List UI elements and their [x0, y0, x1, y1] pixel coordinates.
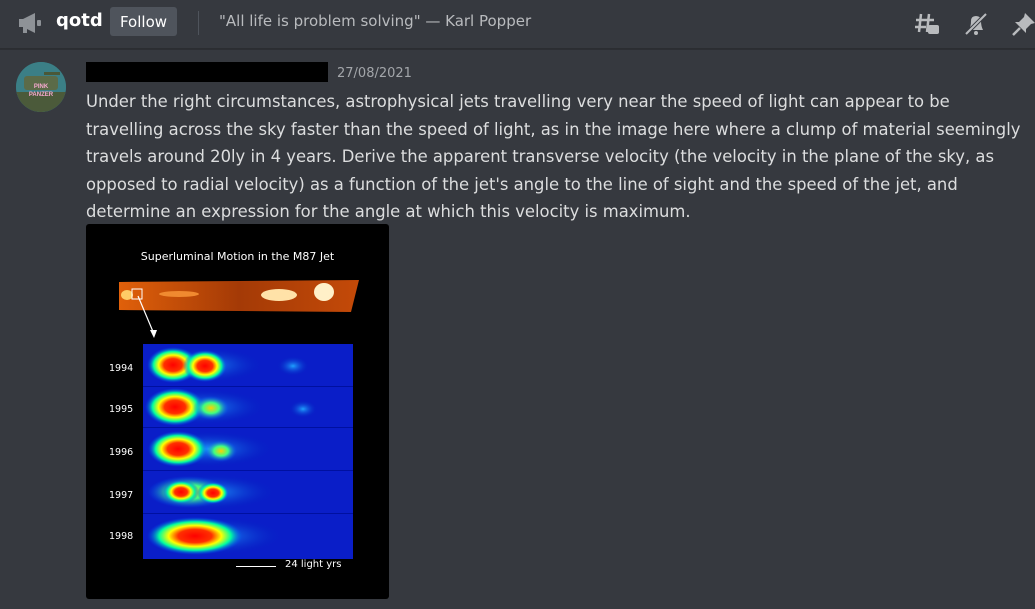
header-divider	[198, 11, 199, 35]
figure-title: Superluminal Motion in the M87 Jet	[140, 250, 335, 263]
image-attachment[interactable]: Superluminal Motion in the M87 Jet 1994 …	[86, 224, 389, 599]
frame-1994	[143, 344, 353, 386]
year-label: 1994	[109, 363, 134, 374]
year-label: 1996	[109, 447, 134, 458]
channel-name: qotd	[56, 10, 103, 31]
follow-button[interactable]: Follow	[110, 7, 177, 36]
message-content: Under the right circumstances, astrophys…	[86, 92, 1021, 221]
zoom-arrow	[137, 295, 157, 338]
frame-1998	[143, 514, 353, 559]
announcement-megaphone-icon	[19, 13, 41, 33]
message-timestamp: 27/08/2021	[337, 66, 412, 81]
mute-notifications-icon[interactable]	[963, 11, 989, 37]
year-label: 1997	[109, 490, 134, 501]
avatar[interactable]: PINK PANZER	[16, 62, 66, 112]
svg-text:PANZER: PANZER	[29, 92, 54, 98]
pinned-messages-icon[interactable]	[1011, 11, 1035, 37]
year-label: 1998	[109, 531, 134, 542]
channel-topic[interactable]: "All life is problem solving" — Karl Pop…	[219, 12, 531, 30]
frame-1997	[143, 471, 353, 513]
year-label: 1995	[109, 404, 134, 415]
frame-1995	[143, 387, 353, 427]
threads-icon[interactable]	[914, 11, 940, 37]
scale-label: 24 light yrs	[285, 559, 342, 570]
scale-bar	[236, 566, 276, 567]
frame-1996	[143, 428, 353, 470]
radio-jet-frames	[143, 344, 353, 559]
avatar-image: PINK PANZER	[16, 62, 66, 112]
svg-text:PINK: PINK	[34, 84, 49, 90]
channel-header: qotd Follow "All life is problem solving…	[0, 0, 1035, 49]
redacted-username	[86, 62, 328, 82]
